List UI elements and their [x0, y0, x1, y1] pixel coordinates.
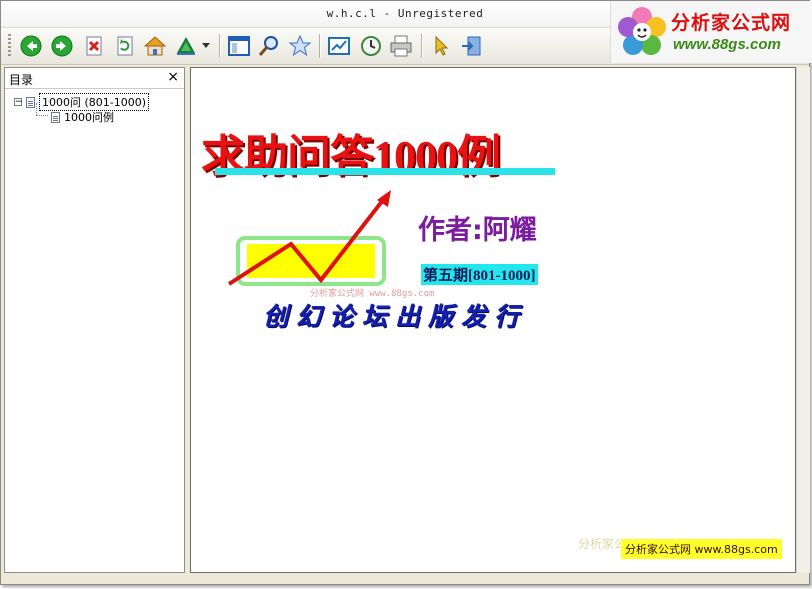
- author-label: 作者:阿耀: [418, 215, 537, 246]
- pointer-icon: [435, 35, 449, 56]
- brand-logo: 分析家公式网 www.88gs.com: [610, 1, 812, 63]
- back-button[interactable]: [19, 34, 43, 58]
- toolbar-separator: [421, 34, 423, 58]
- toolbar-grip[interactable]: [8, 34, 11, 58]
- content-view[interactable]: 求助问答1000例 分析家公式网 www.88gs.com 作者:阿耀 第五期[…: [190, 67, 796, 573]
- refresh-button[interactable]: [113, 34, 137, 58]
- vertical-scrollbar[interactable]: [796, 67, 810, 573]
- collapse-toggle-icon[interactable]: −: [14, 98, 23, 107]
- locate-button[interactable]: [174, 34, 198, 58]
- toggle-toc-button[interactable]: [227, 34, 251, 58]
- star-icon: [289, 35, 311, 57]
- forward-button[interactable]: [50, 34, 74, 58]
- printer-icon: [390, 35, 412, 57]
- logo-url: www.88gs.com: [673, 36, 781, 53]
- back-icon: [20, 35, 42, 57]
- toggle-toc-icon: [228, 36, 250, 56]
- watermark: 分析家公: [578, 537, 627, 551]
- forward-icon: [51, 35, 73, 57]
- stop-button[interactable]: [82, 34, 106, 58]
- pointer-button[interactable]: [429, 34, 453, 58]
- flower-logo-icon: [618, 7, 666, 55]
- headline-underline: [215, 168, 555, 175]
- home-button[interactable]: [143, 34, 167, 58]
- chevron-down-icon: [202, 43, 210, 48]
- locate-dropdown[interactable]: [200, 34, 212, 58]
- tree-connector: [36, 115, 48, 117]
- publisher-label: 创幻论坛出版发行: [263, 302, 528, 331]
- export-button[interactable]: [327, 34, 351, 58]
- tree-connector: [36, 103, 38, 115]
- toc-panel: 目录 × − 1000问 (801-1000) 1000问例: [4, 67, 185, 573]
- tree-item-child[interactable]: 1000问例: [51, 109, 114, 125]
- watermark-banner: 分析家公式网 www.88gs.com: [621, 539, 782, 559]
- exit-button[interactable]: [459, 34, 483, 58]
- app-window: w.h.c.l - Unregistered 分析家公式网 www.88gs.c…: [0, 0, 812, 585]
- logo-title: 分析家公式网: [671, 13, 792, 34]
- export-icon: [328, 37, 350, 55]
- locate-icon: [177, 37, 195, 55]
- tree-item-label[interactable]: 1000问例: [64, 109, 114, 125]
- close-icon[interactable]: ×: [167, 69, 179, 85]
- history-button[interactable]: [359, 34, 383, 58]
- toc-header: 目录 ×: [5, 68, 184, 89]
- document-icon: [26, 96, 35, 108]
- refresh-icon: [117, 36, 133, 56]
- clock-icon: [361, 36, 381, 56]
- favorites-button[interactable]: [288, 34, 312, 58]
- toolbar-separator: [319, 34, 321, 58]
- home-icon: [143, 36, 167, 56]
- print-button[interactable]: [389, 34, 413, 58]
- exit-icon: [462, 36, 481, 56]
- stop-icon: [86, 36, 102, 56]
- toc-title: 目录: [9, 73, 34, 87]
- search-button[interactable]: [257, 34, 281, 58]
- toolbar-separator: [219, 34, 221, 58]
- issue-label: 第五期[801-1000]: [421, 264, 538, 285]
- search-icon: [258, 36, 278, 56]
- document-icon: [51, 111, 60, 123]
